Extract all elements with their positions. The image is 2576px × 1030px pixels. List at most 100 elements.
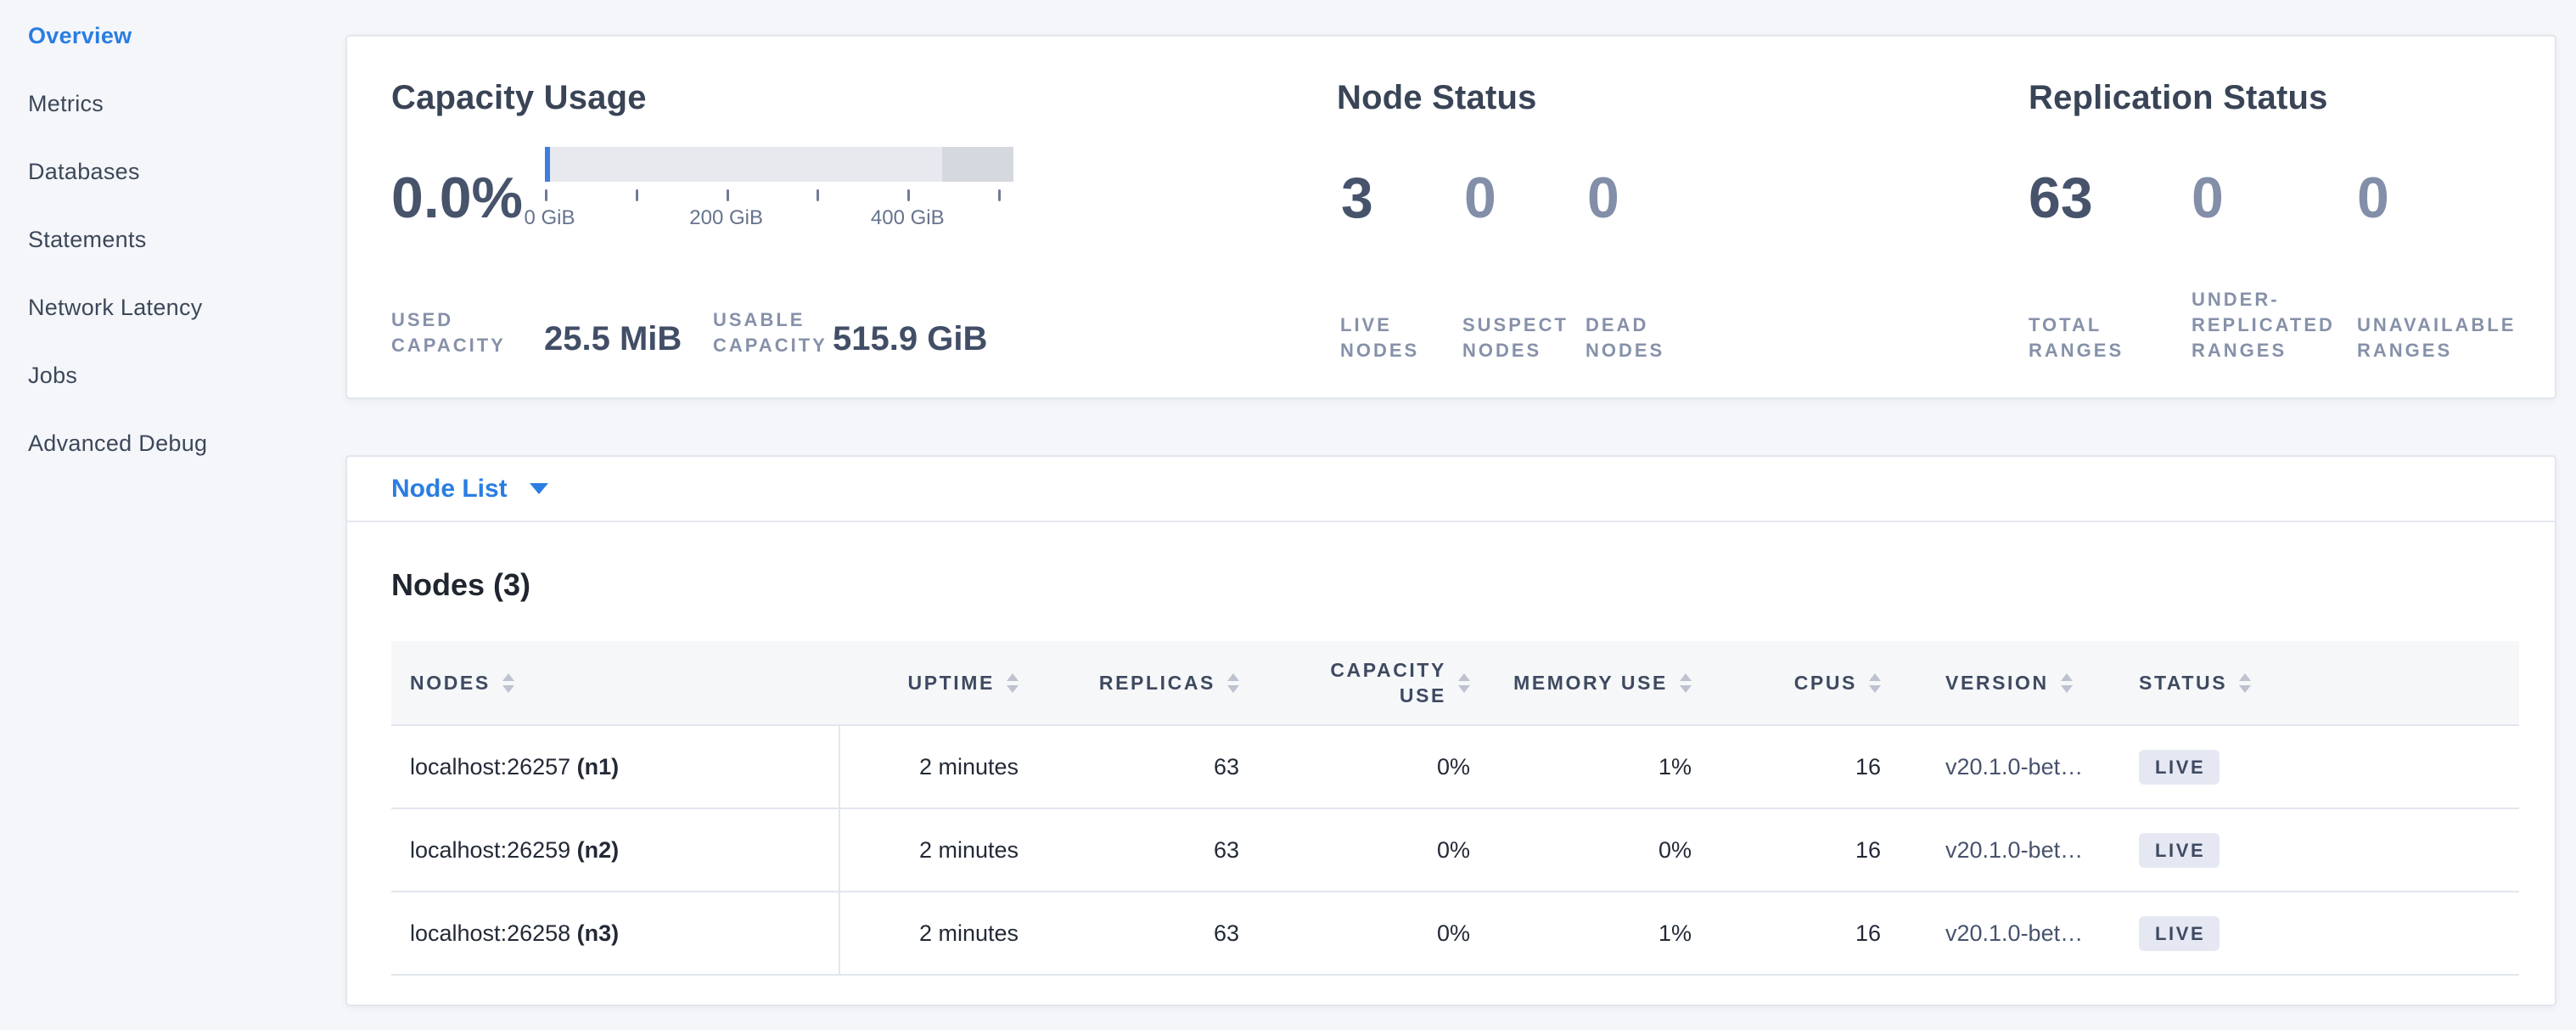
sidebar-item-metrics[interactable]: Metrics <box>0 70 340 138</box>
memory-use-cell: 1% <box>1472 892 1693 975</box>
axis-tick <box>907 189 910 201</box>
uptime-cell: 2 minutes <box>839 725 1020 808</box>
sort-icon <box>1007 673 1019 693</box>
column-header-status[interactable]: STATUS <box>2137 641 2519 725</box>
label-line: RANGES <box>2357 338 2516 363</box>
sidebar-item-network-latency[interactable]: Network Latency <box>0 273 340 341</box>
sidebar-item-overview[interactable]: Overview <box>0 2 340 70</box>
usable-capacity-label-line1: USABLE <box>713 307 828 333</box>
table-row-node-1: localhost:26257 (n1) 2 minutes 63 0% 1% … <box>391 725 2519 808</box>
label-line: UNAVAILABLE <box>2357 312 2516 338</box>
column-label: STATUS <box>2139 672 2227 695</box>
column-header-memory-use[interactable]: MEMORY USE <box>1472 641 1693 725</box>
axis-label-200gib: 200 GiB <box>689 206 763 230</box>
status-badge: LIVE <box>2139 750 2220 785</box>
sidebar: Overview Metrics Databases Statements Ne… <box>0 2 340 477</box>
status-badge: LIVE <box>2139 916 2220 951</box>
label-line: UNDER- <box>2192 287 2335 312</box>
column-header-version[interactable]: VERSION <box>1883 641 2137 725</box>
used-capacity-label-line2: CAPACITY <box>391 333 506 358</box>
cpus-cell: 16 <box>1693 725 1883 808</box>
capacity-use-cell: 0% <box>1241 725 1472 808</box>
axis-tick <box>817 189 819 201</box>
sidebar-item-statements[interactable]: Statements <box>0 205 340 273</box>
column-header-replicas[interactable]: REPLICAS <box>1020 641 1241 725</box>
sort-icon <box>2061 673 2073 693</box>
label-line: DEAD <box>1585 312 1664 338</box>
label-line: RANGES <box>2029 338 2124 363</box>
table-row-node-2: localhost:26259 (n2) 2 minutes 63 0% 0% … <box>391 808 2519 892</box>
replication-status-panel: Replication Status 63 0 0 TOTAL RANGES U… <box>2029 37 2538 397</box>
capacity-usage-panel: Capacity Usage 0.0% 0 GiB 200 GiB 400 Gi… <box>391 37 1282 397</box>
cpus-cell: 16 <box>1693 892 1883 975</box>
node-address: localhost:26258 <box>410 920 570 946</box>
usable-capacity-value: 515.9 GiB <box>833 320 987 358</box>
sidebar-item-label: Advanced Debug <box>28 431 207 457</box>
version-cell: v20.1.0-bet… <box>1883 808 2137 892</box>
replicas-cell: 63 <box>1020 892 1241 975</box>
axis-tick <box>998 189 1001 201</box>
version-cell: v20.1.0-bet… <box>1883 725 2137 808</box>
status-badge: LIVE <box>2139 833 2220 868</box>
status-cell: LIVE <box>2137 808 2519 892</box>
sidebar-item-advanced-debug[interactable]: Advanced Debug <box>0 409 340 477</box>
capacity-bar-used-segment <box>545 147 550 182</box>
column-header-cpus[interactable]: CPUS <box>1693 641 1883 725</box>
sort-icon <box>1458 673 1470 693</box>
node-id: (n1) <box>577 754 620 780</box>
sort-icon <box>1869 673 1881 693</box>
axis-tick <box>636 189 638 201</box>
node-address-cell[interactable]: localhost:26257 (n1) <box>391 725 839 808</box>
column-label: NODES <box>410 672 491 695</box>
column-header-uptime[interactable]: UPTIME <box>839 641 1020 725</box>
live-nodes-label: LIVE NODES <box>1340 312 1419 363</box>
sidebar-item-label: Network Latency <box>28 295 203 321</box>
capacity-bar <box>545 147 1013 182</box>
sidebar-item-databases[interactable]: Databases <box>0 138 340 205</box>
axis-label-400gib: 400 GiB <box>871 206 945 230</box>
capacity-use-cell: 0% <box>1241 892 1472 975</box>
axis-tick <box>727 189 729 201</box>
unavailable-ranges-label: UNAVAILABLE RANGES <box>2357 312 2516 363</box>
uptime-cell: 2 minutes <box>839 892 1020 975</box>
node-list-dropdown-label: Node List <box>391 475 508 504</box>
cluster-summary-card: Capacity Usage 0.0% 0 GiB 200 GiB 400 Gi… <box>345 35 2556 399</box>
label-line: NODES <box>1340 338 1419 363</box>
replicas-cell: 63 <box>1020 725 1241 808</box>
suspect-nodes-label: SUSPECT NODES <box>1462 312 1569 363</box>
unavailable-ranges-count: 0 <box>2357 169 2389 227</box>
used-capacity-value: 25.5 MiB <box>544 320 682 358</box>
sidebar-item-jobs[interactable]: Jobs <box>0 341 340 409</box>
replicas-cell: 63 <box>1020 808 1241 892</box>
label-line: REPLICATED <box>2192 312 2335 338</box>
dead-nodes-count: 0 <box>1587 169 1619 227</box>
column-label: UPTIME <box>908 672 996 695</box>
column-label: REPLICAS <box>1099 672 1215 695</box>
sort-icon <box>1227 673 1239 693</box>
suspect-nodes-count: 0 <box>1464 169 1496 227</box>
capacity-axis-ticks <box>545 189 1013 201</box>
table-header-row: NODES UPTIME REPLICAS CAPACITY USE MEMOR… <box>391 641 2519 725</box>
column-label: CPUS <box>1794 672 1857 695</box>
sidebar-item-label: Overview <box>28 23 132 49</box>
node-address-cell[interactable]: localhost:26259 (n2) <box>391 808 839 892</box>
column-label: MEMORY USE <box>1513 672 1668 695</box>
node-list-card: Node List Nodes (3) NODES UPTIME REPLICA… <box>345 455 2556 1006</box>
capacity-bar-reserved-segment <box>942 147 1013 182</box>
axis-tick <box>545 189 547 201</box>
node-address-cell[interactable]: localhost:26258 (n3) <box>391 892 839 975</box>
live-nodes-count: 3 <box>1341 169 1373 227</box>
usable-capacity-label: USABLE CAPACITY <box>713 307 828 358</box>
axis-label-0gib: 0 GiB <box>525 206 575 230</box>
label-line: NODES <box>1585 338 1664 363</box>
nodes-table: NODES UPTIME REPLICAS CAPACITY USE MEMOR… <box>391 641 2519 976</box>
node-list-dropdown[interactable]: Node List <box>347 457 2555 522</box>
chevron-down-icon <box>530 483 548 494</box>
capacity-use-cell: 0% <box>1241 808 1472 892</box>
usable-capacity-label-line2: CAPACITY <box>713 333 828 358</box>
label-line: TOTAL <box>2029 312 2124 338</box>
capacity-axis-labels: 0 GiB 200 GiB 400 GiB <box>545 206 1013 232</box>
uptime-cell: 2 minutes <box>839 808 1020 892</box>
column-header-nodes[interactable]: NODES <box>391 641 839 725</box>
column-header-capacity-use[interactable]: CAPACITY USE <box>1241 641 1472 725</box>
